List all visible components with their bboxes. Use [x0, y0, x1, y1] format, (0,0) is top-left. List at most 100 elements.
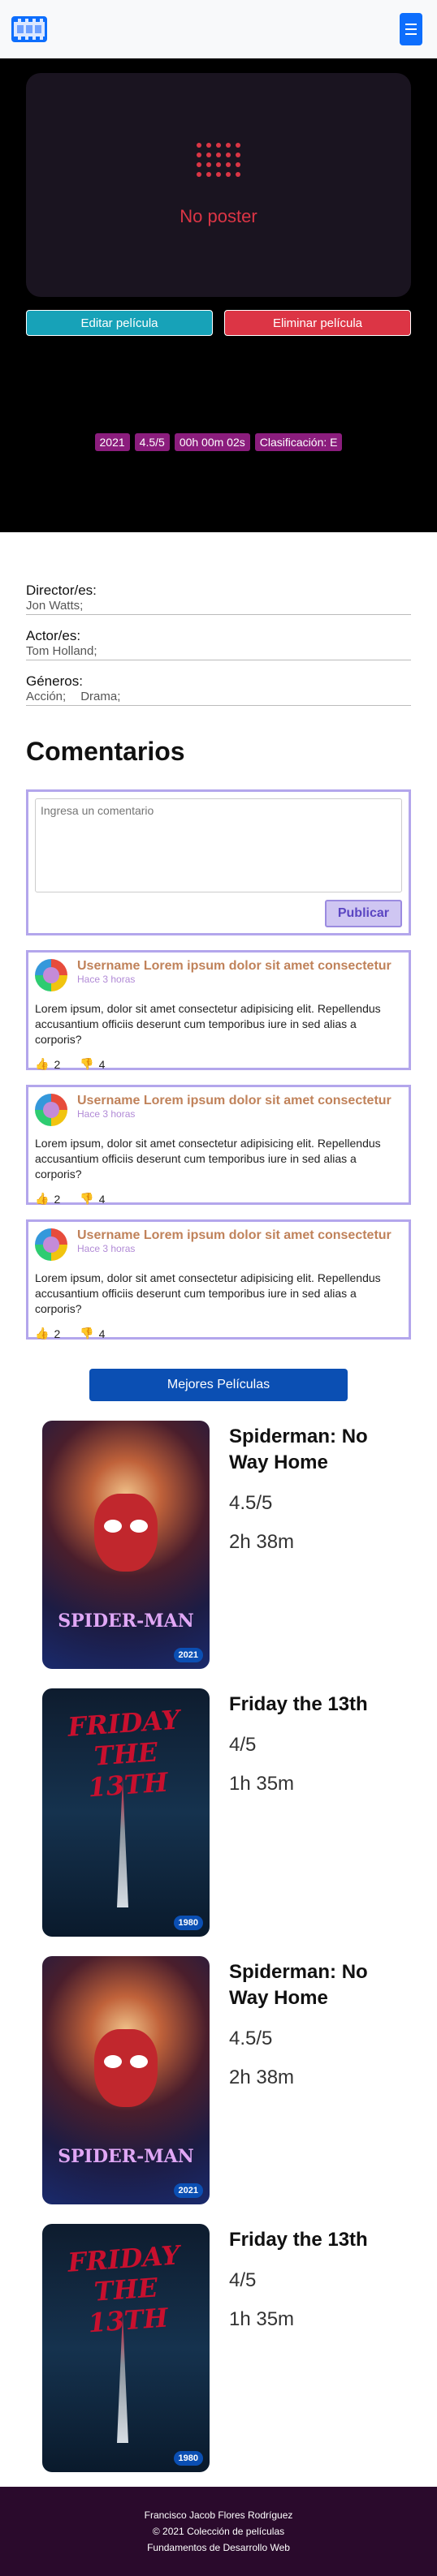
movie-rating: 4/5 [229, 1734, 257, 1756]
movie-title[interactable]: Spiderman: No Way Home [229, 1959, 383, 2011]
movie-poster: SPIDER-MAN 2021 [42, 1956, 210, 2204]
year-badge: 2021 [173, 1648, 203, 1662]
genres-row: Géneros: Acción; Drama; [26, 673, 411, 706]
comment-card: Username Lorem ipsum dolor sit amet cons… [26, 1085, 411, 1206]
movie-info: Director/es: Jon Watts; Actor/es: Tom Ho… [0, 532, 437, 706]
thumbs-up-icon: 👍 [35, 1057, 50, 1070]
classification-badge: Clasificación: E [254, 433, 343, 451]
movie-hero: No poster Editar película Eliminar pelíc… [0, 58, 437, 532]
comment-votes: 👍 2 👎 4 [35, 1057, 402, 1071]
comment-form: Publicar [26, 789, 411, 935]
dislike-count: 4 [98, 1192, 106, 1206]
dislike-count: 4 [98, 1057, 106, 1071]
comment-input[interactable] [35, 798, 402, 892]
thumbs-up-icon: 👍 [35, 1192, 50, 1205]
year-badge: 2021 [173, 2183, 203, 2198]
comment-time: Hace 3 horas [77, 1243, 136, 1254]
movie-poster-placeholder: No poster [26, 73, 411, 297]
movie-poster: FRIDAY THE 13TH 1980 [42, 2224, 210, 2472]
poster-logo: SPIDER-MAN [58, 2146, 194, 2167]
thumbs-down-icon: 👎 [80, 1057, 94, 1070]
comment-time: Hace 3 horas [77, 1108, 136, 1120]
year-badge: 1980 [173, 1916, 203, 1930]
movie-poster: SPIDER-MAN 2021 [42, 1421, 210, 1669]
movie-card[interactable]: FRIDAY THE 13TH 1980 Friday the 13th 4/5… [42, 2224, 437, 2472]
thumbs-down-icon: 👎 [80, 1192, 94, 1205]
movie-title[interactable]: Friday the 13th [229, 2227, 383, 2253]
director-label: Director/es: [26, 583, 97, 598]
movie-poster: FRIDAY THE 13TH 1980 [42, 1688, 210, 1937]
poster-logo: FRIDAY THE 13TH [67, 2239, 181, 2339]
movie-rating: 4/5 [229, 2269, 257, 2291]
actors-row: Actor/es: Tom Holland; [26, 628, 411, 660]
poster-logo: FRIDAY THE 13TH [67, 1704, 181, 1804]
dislike-button[interactable]: 👎 4 [80, 1057, 105, 1071]
like-button[interactable]: 👍 2 [35, 1327, 60, 1340]
director-value: Jon Watts; [26, 599, 411, 615]
comment-votes: 👍 2 👎 4 [35, 1327, 402, 1340]
comment-card: Username Lorem ipsum dolor sit amet cons… [26, 1219, 411, 1340]
spider-mask-icon [94, 1494, 158, 1572]
rating-badge: 4.5/5 [134, 433, 170, 451]
actors-label: Actor/es: [26, 628, 81, 643]
director-row: Director/es: Jon Watts; [26, 583, 411, 615]
like-button[interactable]: 👍 2 [35, 1192, 60, 1206]
movie-card[interactable]: SPIDER-MAN 2021 Spiderman: No Way Home 4… [42, 1421, 437, 1669]
comment-username[interactable]: Username Lorem ipsum dolor sit amet cons… [77, 959, 402, 974]
image-icon [197, 143, 240, 177]
spider-mask-icon [94, 2029, 158, 2107]
actors-value: Tom Holland; [26, 644, 411, 660]
movie-duration: 1h 35m [229, 2308, 295, 2330]
comment-votes: 👍 2 👎 4 [35, 1192, 402, 1206]
movie-badges: 2021 4.5/5 00h 00m 02s Clasificación: E [0, 433, 437, 451]
genre-item: Drama; [80, 690, 121, 703]
thumbs-down-icon: 👎 [80, 1327, 94, 1340]
genre-item: Acción; [26, 690, 67, 703]
genres-label: Géneros: [26, 673, 83, 689]
movie-title[interactable]: Friday the 13th [229, 1692, 383, 1718]
comment-username[interactable]: Username Lorem ipsum dolor sit amet cons… [77, 1094, 402, 1108]
menu-icon [405, 24, 417, 25]
delete-movie-button[interactable]: Eliminar película [224, 310, 411, 336]
comment-text: Lorem ipsum, dolor sit amet consectetur … [35, 1002, 381, 1046]
film-icon[interactable] [11, 16, 47, 42]
menu-toggle-button[interactable] [400, 13, 422, 45]
footer: Francisco Jacob Flores Rodríguez © 2021 … [0, 2487, 437, 2576]
like-count: 2 [54, 1192, 61, 1206]
comment-text: Lorem ipsum, dolor sit amet consectetur … [35, 1137, 381, 1180]
publish-button[interactable]: Publicar [324, 900, 402, 927]
genres-value: Acción; Drama; [26, 690, 411, 706]
like-count: 2 [54, 1327, 61, 1340]
movie-rating: 4.5/5 [229, 2028, 273, 2049]
dislike-button[interactable]: 👎 4 [80, 1327, 105, 1340]
movie-card[interactable]: SPIDER-MAN 2021 Spiderman: No Way Home 4… [42, 1956, 437, 2204]
comments-title: Comentarios [26, 737, 185, 766]
year-badge: 2021 [94, 433, 130, 451]
avatar [35, 1228, 67, 1261]
movie-duration: 1h 35m [229, 1773, 295, 1795]
duration-badge: 00h 00m 02s [174, 433, 250, 451]
like-count: 2 [54, 1057, 61, 1071]
movie-duration: 2h 38m [229, 1531, 295, 1553]
avatar [35, 959, 67, 991]
poster-logo: SPIDER-MAN [58, 1611, 194, 1632]
movie-card[interactable]: FRIDAY THE 13TH 1980 Friday the 13th 4/5… [42, 1688, 437, 1937]
movie-duration: 2h 38m [229, 2066, 295, 2088]
best-movies-button[interactable]: Mejores Películas [89, 1369, 348, 1401]
dislike-count: 4 [98, 1327, 106, 1340]
avatar [35, 1094, 67, 1126]
thumbs-up-icon: 👍 [35, 1327, 50, 1340]
movie-rating: 4.5/5 [229, 1492, 273, 1514]
comment-text: Lorem ipsum, dolor sit amet consectetur … [35, 1271, 381, 1315]
edit-movie-button[interactable]: Editar película [26, 310, 213, 336]
footer-author: Francisco Jacob Flores Rodríguez [144, 2509, 293, 2521]
movie-title[interactable]: Spiderman: No Way Home [229, 1424, 383, 1476]
no-poster-text: No poster [180, 206, 257, 226]
comment-username[interactable]: Username Lorem ipsum dolor sit amet cons… [77, 1228, 402, 1243]
dislike-button[interactable]: 👎 4 [80, 1192, 105, 1206]
footer-course: Fundamentos de Desarrollo Web [147, 2542, 290, 2553]
navbar [0, 0, 437, 58]
like-button[interactable]: 👍 2 [35, 1057, 60, 1071]
comment-card: Username Lorem ipsum dolor sit amet cons… [26, 950, 411, 1071]
movie-actions: Editar película Eliminar película [26, 310, 411, 336]
